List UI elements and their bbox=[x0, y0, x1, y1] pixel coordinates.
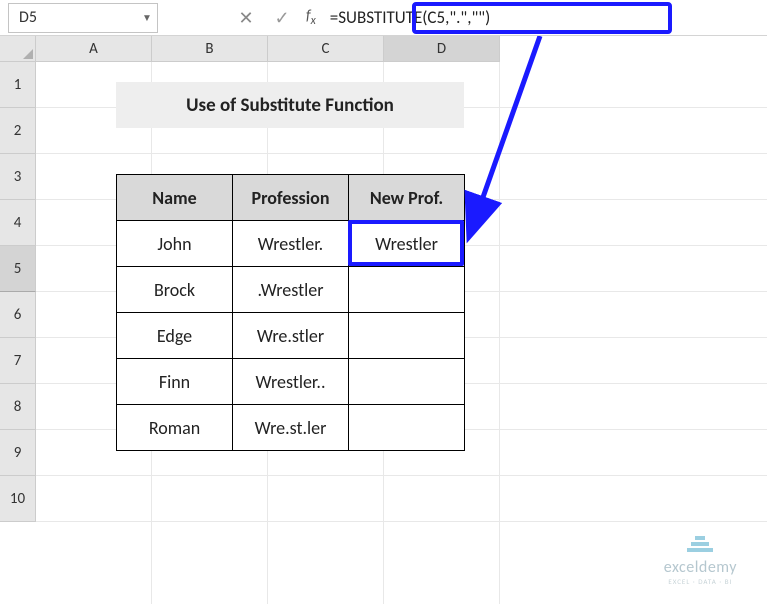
col-head-d[interactable]: D bbox=[384, 36, 500, 62]
header-name[interactable]: Name bbox=[117, 175, 233, 221]
select-all-corner[interactable] bbox=[0, 36, 36, 62]
page-title: Use of Substitute Function bbox=[116, 82, 464, 128]
formula-bar-row: D5 ▼ ✕ ✓ fx =SUBSTITUTE(C5,".","") bbox=[0, 0, 767, 36]
col-head-a[interactable]: A bbox=[36, 36, 152, 62]
enter-icon[interactable]: ✓ bbox=[264, 7, 300, 29]
cell-profession[interactable]: .Wrestler bbox=[233, 267, 349, 313]
watermark-logo-icon bbox=[686, 536, 714, 556]
cell-newprof[interactable]: Wrestler bbox=[349, 221, 465, 267]
row-head-8[interactable]: 8 bbox=[0, 384, 36, 430]
cell-profession[interactable]: Wrestler.. bbox=[233, 359, 349, 405]
row-head-4[interactable]: 4 bbox=[0, 200, 36, 246]
row-head-5[interactable]: 5 bbox=[0, 246, 36, 292]
cell-name[interactable]: Finn bbox=[117, 359, 233, 405]
watermark-tagline: EXCEL · DATA · BI bbox=[668, 577, 732, 586]
data-table: Name Profession New Prof. John Wrestler.… bbox=[116, 174, 465, 451]
name-box-value: D5 bbox=[9, 8, 137, 27]
watermark: exceldemy EXCEL · DATA · BI bbox=[664, 536, 737, 586]
row-head-6[interactable]: 6 bbox=[0, 292, 36, 338]
table-row: Edge Wre.stler bbox=[117, 313, 465, 359]
header-profession[interactable]: Profession bbox=[233, 175, 349, 221]
cell-newprof[interactable] bbox=[349, 267, 465, 313]
cell-newprof[interactable] bbox=[349, 405, 465, 451]
cell-profession[interactable]: Wre.stler bbox=[233, 313, 349, 359]
cell-name[interactable]: Edge bbox=[117, 313, 233, 359]
row-head-1[interactable]: 1 bbox=[0, 62, 36, 108]
table-row: John Wrestler. Wrestler bbox=[117, 221, 465, 267]
fx-icon[interactable]: fx bbox=[306, 7, 316, 28]
table-row: Finn Wrestler.. bbox=[117, 359, 465, 405]
row-head-3[interactable]: 3 bbox=[0, 154, 36, 200]
cell-profession[interactable]: Wrestler. bbox=[233, 221, 349, 267]
name-box[interactable]: D5 ▼ bbox=[8, 3, 158, 33]
cell-name[interactable]: Brock bbox=[117, 267, 233, 313]
formula-input[interactable]: =SUBSTITUTE(C5,".","") bbox=[324, 7, 767, 28]
cancel-icon[interactable]: ✕ bbox=[228, 7, 264, 29]
row-head-10[interactable]: 10 bbox=[0, 476, 36, 522]
cell-newprof[interactable] bbox=[349, 359, 465, 405]
col-head-b[interactable]: B bbox=[152, 36, 268, 62]
row-head-7[interactable]: 7 bbox=[0, 338, 36, 384]
row-head-2[interactable]: 2 bbox=[0, 108, 36, 154]
cell-newprof[interactable] bbox=[349, 313, 465, 359]
cell-name[interactable]: Roman bbox=[117, 405, 233, 451]
name-box-dropdown-icon[interactable]: ▼ bbox=[137, 11, 157, 24]
table-row: Brock .Wrestler bbox=[117, 267, 465, 313]
row-head-9[interactable]: 9 bbox=[0, 430, 36, 476]
table-row: Roman Wre.st.ler bbox=[117, 405, 465, 451]
table-header-row: Name Profession New Prof. bbox=[117, 175, 465, 221]
watermark-name: exceldemy bbox=[664, 558, 737, 577]
cell-profession[interactable]: Wre.st.ler bbox=[233, 405, 349, 451]
header-newprof[interactable]: New Prof. bbox=[349, 175, 465, 221]
cell-name[interactable]: John bbox=[117, 221, 233, 267]
col-head-c[interactable]: C bbox=[268, 36, 384, 62]
